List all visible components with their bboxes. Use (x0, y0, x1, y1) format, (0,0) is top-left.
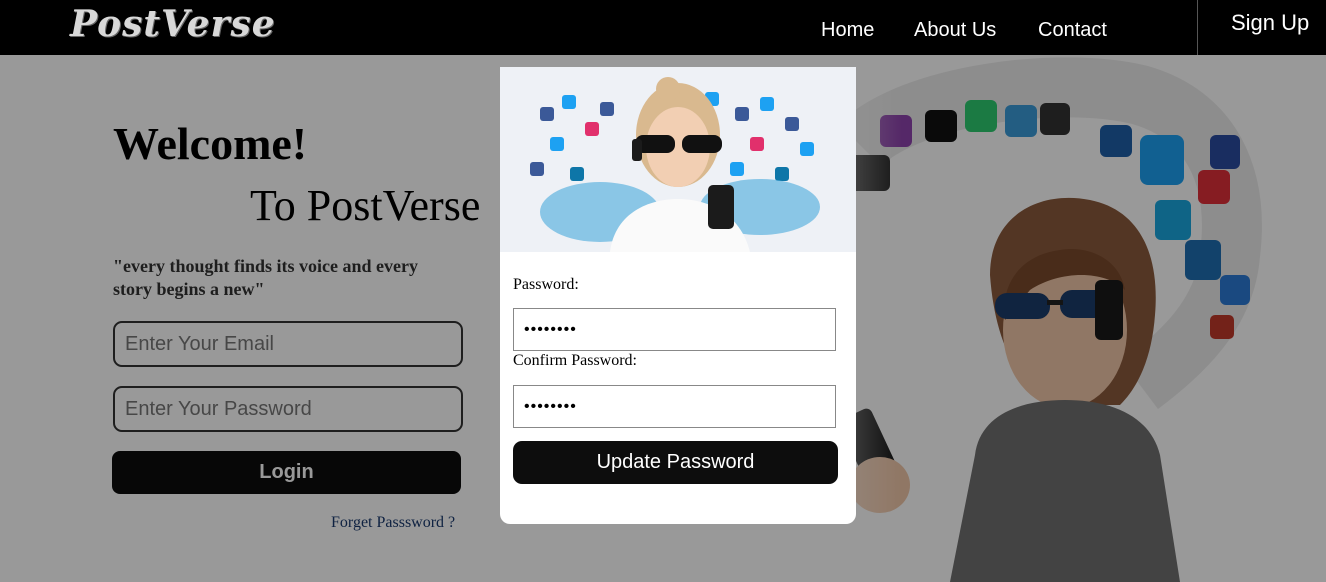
nav-link-contact[interactable]: Contact (1038, 19, 1107, 42)
modal-banner-image (500, 67, 856, 252)
password-label: Password: (513, 276, 579, 293)
nav-link-home[interactable]: Home (821, 19, 874, 42)
new-password-input[interactable] (513, 308, 836, 351)
confirm-password-label: Confirm Password: (513, 352, 637, 369)
nav-link-about-us[interactable]: About Us (914, 19, 996, 42)
site-logo[interactable]: PostVerse (70, 3, 276, 45)
confirm-password-input[interactable] (513, 385, 836, 428)
nav-divider (1197, 0, 1198, 55)
navbar: PostVerse Home About Us Contact Sign Up (0, 0, 1326, 55)
update-password-button[interactable]: Update Password (513, 441, 838, 484)
sign-up-link[interactable]: Sign Up (1231, 10, 1309, 36)
update-password-modal: Password: Confirm Password: Update Passw… (500, 67, 856, 524)
